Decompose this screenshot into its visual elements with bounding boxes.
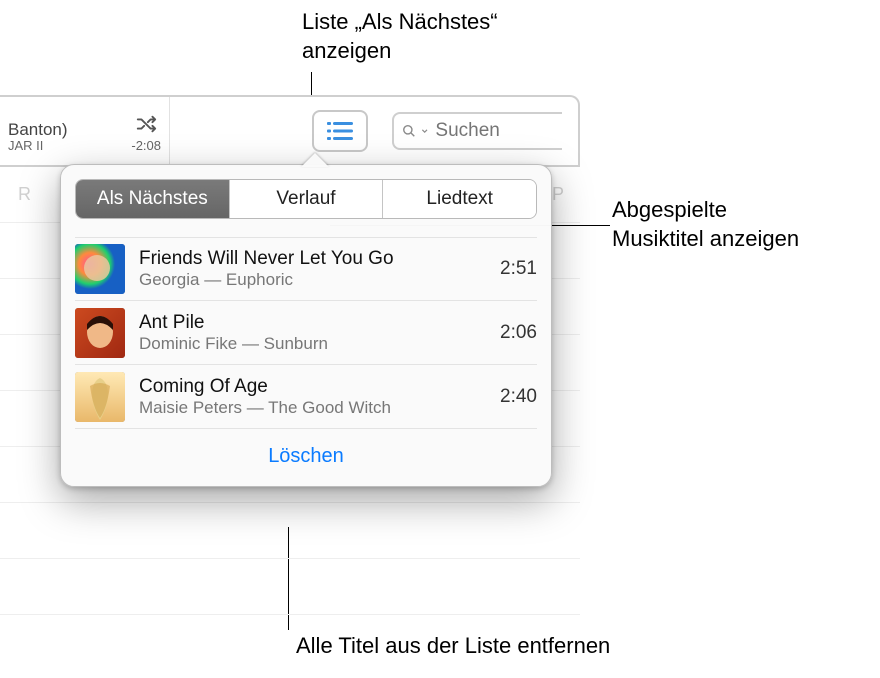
table-header-cell: P <box>552 184 564 205</box>
search-input[interactable] <box>435 120 554 142</box>
chevron-down-icon <box>420 125 429 137</box>
now-playing-title: Banton) <box>8 121 68 140</box>
now-playing-subtitle: JAR II <box>8 139 43 153</box>
track-title: Coming Of Age <box>139 376 488 398</box>
album-art <box>75 308 125 358</box>
queue-item-info: Friends Will Never Let You Go Georgia — … <box>139 248 488 290</box>
queue-item[interactable]: Friends Will Never Let You Go Georgia — … <box>75 237 537 301</box>
track-artist: Georgia — Euphoric <box>139 270 488 290</box>
album-art <box>75 244 125 294</box>
track-artist: Dominic Fike — Sunburn <box>139 334 488 354</box>
track-title: Ant Pile <box>139 312 488 334</box>
clear-queue-button[interactable]: Löschen <box>268 445 344 467</box>
track-duration: 2:51 <box>500 258 537 280</box>
track-duration: 2:40 <box>500 386 537 408</box>
tab-lyrics[interactable]: Liedtext <box>382 180 536 218</box>
popover-tabs: Als Nächstes Verlauf Liedtext <box>75 179 537 219</box>
tab-up-next[interactable]: Als Nächstes <box>76 180 229 218</box>
queue-item[interactable]: Coming Of Age Maisie Peters — The Good W… <box>75 365 537 429</box>
queue-item-info: Coming Of Age Maisie Peters — The Good W… <box>139 376 488 418</box>
track-artist: Maisie Peters — The Good Witch <box>139 398 488 418</box>
queue-list: Friends Will Never Let You Go Georgia — … <box>75 237 537 429</box>
search-icon <box>402 122 416 140</box>
table-row[interactable] <box>0 559 580 615</box>
now-playing-remaining: -2:08 <box>131 139 161 153</box>
search-field[interactable] <box>392 112 562 150</box>
list-icon <box>327 121 353 141</box>
tab-history[interactable]: Verlauf <box>229 180 383 218</box>
now-playing-display[interactable]: Banton) JAR II -2:08 <box>0 97 170 165</box>
album-art <box>75 372 125 422</box>
queue-popover: Als Nächstes Verlauf Liedtext Friends Wi… <box>60 164 552 487</box>
popover-arrow <box>301 153 329 167</box>
table-row[interactable] <box>0 503 580 559</box>
table-header-cell: R <box>18 184 31 205</box>
queue-item-info: Ant Pile Dominic Fike — Sunburn <box>139 312 488 354</box>
callout-clear-all: Alle Titel aus der Liste entfernen <box>296 632 610 661</box>
show-queue-button[interactable] <box>312 110 368 152</box>
callout-show-history: Abgespielte Musiktitel anzeigen <box>612 196 799 253</box>
track-duration: 2:06 <box>500 322 537 344</box>
queue-item[interactable]: Ant Pile Dominic Fike — Sunburn 2:06 <box>75 301 537 365</box>
track-title: Friends Will Never Let You Go <box>139 248 488 270</box>
callout-show-queue: Liste „Als Nächstes“ anzeigen <box>302 8 498 65</box>
shuffle-icon[interactable] <box>131 109 161 139</box>
toolbar: Banton) JAR II -2:08 <box>0 95 580 167</box>
